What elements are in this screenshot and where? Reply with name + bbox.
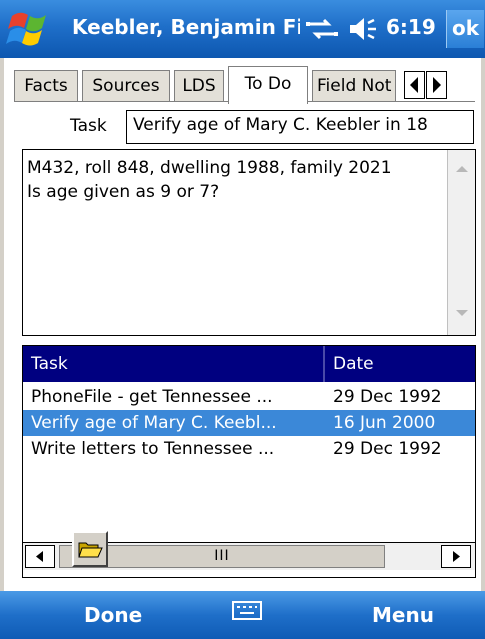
column-header-task[interactable]: Task xyxy=(23,346,323,382)
open-folder-icon xyxy=(78,542,103,558)
keyboard-icon[interactable] xyxy=(232,601,262,621)
menu-softkey[interactable]: Menu xyxy=(372,603,434,627)
tab-scroll-right-button[interactable] xyxy=(426,71,447,99)
title-bar: Keebler, Benjamin Fi 6:19 ok xyxy=(0,0,485,58)
tab-sources[interactable]: Sources xyxy=(82,70,170,102)
date-cell: 16 Jun 2000 xyxy=(333,413,436,433)
task-cell: Verify age of Mary C. Keebl... xyxy=(31,413,277,433)
scroll-down-icon[interactable] xyxy=(454,308,470,318)
column-header-date[interactable]: Date xyxy=(325,346,374,382)
tab-to-do[interactable]: To Do xyxy=(228,66,308,104)
task-cell: Write letters to Tennessee ... xyxy=(31,439,275,459)
open-folder-button[interactable] xyxy=(72,531,108,567)
start-flag-icon[interactable] xyxy=(6,8,54,50)
tab-scroll-left-button[interactable] xyxy=(404,71,425,99)
table-row-selected[interactable]: Verify age of Mary C. Keebl... 16 Jun 20… xyxy=(23,410,475,436)
tab-field-notes[interactable]: Field Not xyxy=(312,70,396,102)
volume-icon[interactable] xyxy=(346,14,380,44)
arrow-left-icon xyxy=(410,77,418,93)
clock: 6:19 xyxy=(386,15,436,39)
scroll-up-icon[interactable] xyxy=(454,164,470,174)
table-row[interactable]: Write letters to Tennessee ... 29 Dec 19… xyxy=(23,436,475,462)
task-input[interactable]: Verify age of Mary C. Keebler in 18 xyxy=(126,110,474,144)
tab-facts[interactable]: Facts xyxy=(14,70,78,102)
notes-text: M432, roll 848, dwelling 1988, family 20… xyxy=(27,158,392,202)
arrow-right-icon xyxy=(433,77,441,93)
list-header: Task Date xyxy=(23,346,475,382)
soft-key-bar: Done Menu xyxy=(0,591,485,639)
task-label: Task xyxy=(70,116,107,136)
task-cell: PhoneFile - get Tennessee ... xyxy=(31,387,273,407)
arrow-right-icon xyxy=(453,551,460,562)
notes-textarea[interactable]: M432, roll 848, dwelling 1988, family 20… xyxy=(22,149,476,336)
scroll-left-button[interactable] xyxy=(25,545,55,568)
arrow-left-icon xyxy=(36,551,43,562)
date-cell: 29 Dec 1992 xyxy=(333,439,442,459)
window-title: Keebler, Benjamin Fi xyxy=(72,15,300,39)
scroll-right-button[interactable] xyxy=(441,545,471,568)
done-softkey[interactable]: Done xyxy=(84,603,142,627)
ok-button[interactable]: ok xyxy=(446,10,484,48)
date-cell: 29 Dec 1992 xyxy=(333,387,442,407)
connectivity-icon[interactable] xyxy=(302,14,342,44)
table-row[interactable]: PhoneFile - get Tennessee ... 29 Dec 199… xyxy=(23,384,475,410)
tab-lds[interactable]: LDS xyxy=(174,70,224,102)
notes-vertical-scrollbar[interactable] xyxy=(447,150,475,335)
content-area: Facts Sources LDS To Do Field Not Task V… xyxy=(0,58,485,591)
